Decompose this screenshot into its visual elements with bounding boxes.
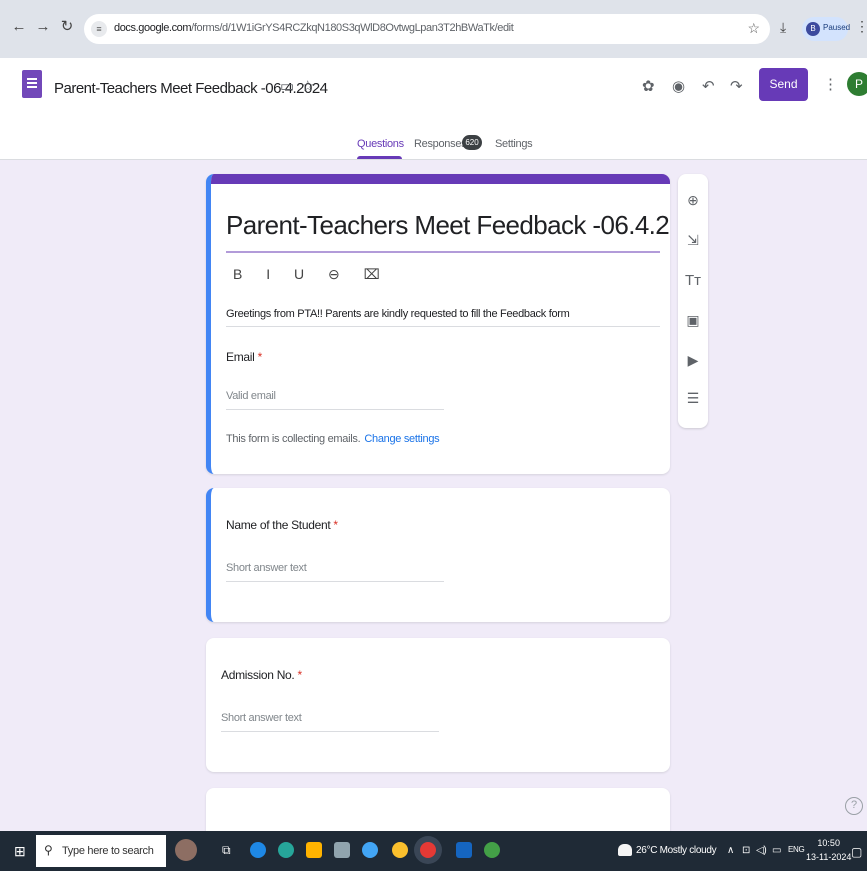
forms-logo-icon[interactable] [22,70,42,98]
required-asterisk: * [297,668,303,682]
site-info-icon[interactable]: ≡ [91,21,107,37]
import-questions-icon[interactable]: ⇲ [678,232,708,249]
weather-text[interactable]: 26°C Mostly cloudy [636,845,717,856]
question-card[interactable]: Admission No. * Short answer text [206,638,670,772]
edge-icon[interactable] [278,842,294,858]
chrome-icon[interactable] [392,842,408,858]
star-icon[interactable]: ☆ [301,77,314,95]
undo-icon[interactable]: ↶ [702,77,715,95]
responses-count-badge: 620 [462,135,482,150]
profile-chip[interactable]: B Paused [802,17,851,41]
collecting-emails-note: This form is collecting emails. Change se… [226,433,440,445]
copilot-icon[interactable] [250,842,266,858]
add-video-icon[interactable]: ▶ [678,352,708,369]
move-to-folder-icon[interactable]: ▭ [280,77,294,95]
clock-time: 10:50 [817,838,840,848]
question-label: Name of the Student * [226,518,338,532]
email-hint: Valid email [226,390,276,402]
browser-menu-icon[interactable]: ⋮ [855,18,867,35]
answer-hint: Short answer text [221,712,302,724]
browser-toolbar: ← → ↻ ≡ docs.google.com/forms/d/1W1iGrYS… [0,0,867,58]
help-icon[interactable]: ? [845,797,863,815]
store-icon[interactable] [334,842,350,858]
add-question-icon[interactable]: ⊕ [678,192,708,209]
forms-header: Parent-Teachers Meet Feedback -06.4.2024… [0,58,867,160]
more-options-icon[interactable]: ⋮ [823,75,838,93]
display-icon[interactable]: ▭ [772,845,781,856]
word-icon[interactable] [456,842,472,858]
chrome-active-icon[interactable] [420,842,436,858]
tab-questions[interactable]: Questions [357,138,404,150]
required-asterisk: * [257,350,263,364]
add-image-icon[interactable]: ▣ [678,312,708,329]
formatting-toolbar[interactable]: B I U ⊖ ⌧ [233,266,390,283]
answer-hint-line [221,731,439,732]
description-underline [226,326,660,327]
form-title-card[interactable]: Parent-Teachers Meet Feedback -06.4.2024… [206,174,670,474]
download-icon[interactable]: ⤓ [780,19,786,36]
windows-taskbar: ⊞ ⚲ Type here to search ⧉ 26°C Mostly cl… [0,831,867,871]
change-settings-link[interactable]: Change settings [364,433,439,445]
language-indicator[interactable]: ENG [788,845,805,854]
customize-theme-icon[interactable]: ✿ [642,77,655,95]
search-placeholder: Type here to search [62,845,154,857]
reload-icon[interactable]: ↻ [58,18,76,36]
required-asterisk: * [333,518,338,532]
file-explorer-icon[interactable] [306,842,322,858]
add-title-icon[interactable]: Tт [678,272,708,289]
address-bar[interactable]: ≡ docs.google.com/forms/d/1W1iGrYS4RCZkq… [84,14,770,44]
theme-band [211,174,670,184]
url-text[interactable]: docs.google.com/forms/d/1W1iGrYS4RCZkqN1… [114,22,514,34]
bookmark-star-icon[interactable]: ☆ [747,20,760,37]
back-icon[interactable]: ← [10,18,28,36]
chrome-profile-icon[interactable] [484,842,500,858]
question-toolbar: ⊕ ⇲ Tт ▣ ▶ ☰ [678,174,708,428]
answer-hint-line [226,581,444,582]
send-button[interactable]: Send [759,68,808,101]
add-section-icon[interactable]: ☰ [678,390,708,407]
weather-icon[interactable] [618,844,632,856]
settings-app-icon[interactable] [362,842,378,858]
tab-responses[interactable]: Responses [414,138,467,150]
search-icon: ⚲ [44,843,53,857]
title-underline [226,251,660,253]
tray-chevron-icon[interactable]: ∧ [727,845,734,856]
redo-icon[interactable]: ↷ [730,77,743,95]
active-tab-indicator [357,156,402,159]
cortana-icon[interactable] [175,839,197,861]
start-icon[interactable]: ⊞ [14,843,26,860]
form-description[interactable]: Greetings from PTA!! Parents are kindly … [226,308,570,320]
account-avatar[interactable]: P [847,72,867,96]
forward-icon[interactable]: → [34,18,52,36]
email-hint-line [226,409,444,410]
task-view-icon[interactable]: ⧉ [222,842,238,858]
profile-status: Paused [823,23,851,32]
answer-hint: Short answer text [226,562,307,574]
preview-icon[interactable]: ◉ [672,77,685,95]
email-label: Email * [226,350,262,364]
question-card[interactable]: Name of the Student * Short answer text [206,488,670,622]
clock-date: 13-11-2024 [806,852,852,862]
clock[interactable]: 10:50 13-11-2024 [806,836,851,864]
tab-settings[interactable]: Settings [495,138,533,150]
taskbar-search[interactable]: ⚲ Type here to search [36,835,166,867]
form-title[interactable]: Parent-Teachers Meet Feedback -06.4.2024 [226,210,670,241]
volume-icon[interactable]: ◁) [756,845,767,856]
network-icon[interactable]: ⊡ [742,845,750,856]
notifications-icon[interactable]: ▢ [851,845,862,859]
profile-avatar: B [806,22,820,36]
question-label: Admission No. * [221,668,302,682]
